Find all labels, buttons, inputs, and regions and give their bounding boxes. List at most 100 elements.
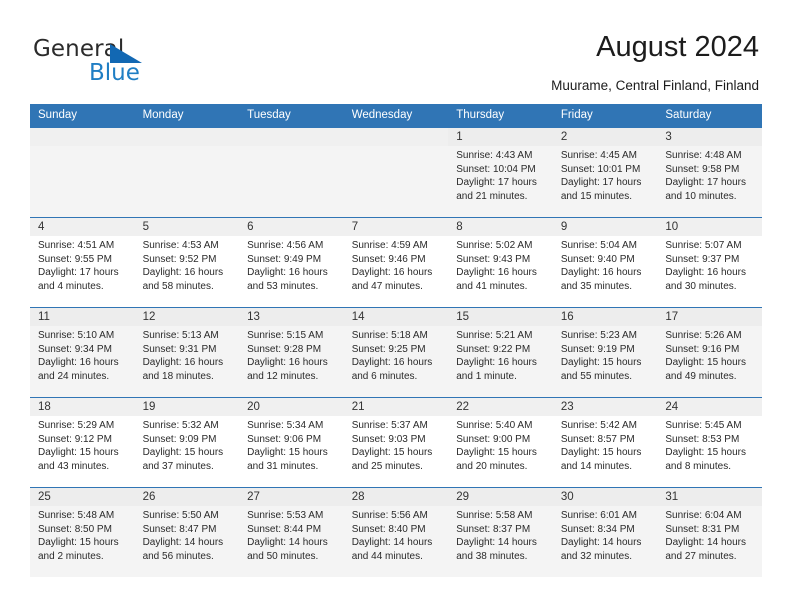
calendar-day-cell[interactable]: 3 Sunrise: 4:48 AM Sunset: 9:58 PM Daylight… [657,127,762,218]
day-details: Sunrise: 4:43 AM Sunset: 10:04 PM Daylight… [448,146,553,203]
daylight-text: Daylight: 15 hours and 49 minutes. [665,357,746,382]
sunset-text: Sunset: 10:01 PM [560,163,641,175]
sunset-text: Sunset: 9:52 PM [142,253,217,265]
day-details: Sunrise: 5:58 AM Sunset: 8:37 PM Daylight:… [448,506,553,563]
calendar-day-cell[interactable]: 1 Sunrise: 4:43 AM Sunset: 10:04 PM Dayligh… [448,127,553,218]
day-details: Sunrise: 4:53 AM Sunset: 9:52 PM Daylight:… [135,236,240,293]
calendar-day-cell[interactable]: 15 Sunrise: 5:21 AM Sunset: 9:22 PM Dayligh… [448,307,553,398]
weekday-header-row: Sunday Monday Tuesday Wednesday Thursday… [30,104,762,128]
calendar-day-cell[interactable]: 13 Sunrise: 5:15 AM Sunset: 9:28 PM Dayligh… [239,307,344,398]
daylight-text: Daylight: 15 hours and 37 minutes. [142,447,224,472]
calendar-grid: Sunday Monday Tuesday Wednesday Thursday… [30,104,762,577]
day-details: Sunrise: 5:15 AM Sunset: 9:28 PM Daylight:… [239,326,344,383]
daylight-text: Daylight: 16 hours and 47 minutes. [351,267,433,292]
day-number [134,128,240,146]
calendar-day-cell[interactable]: 23 Sunrise: 5:42 AM Sunset: 8:57 PM Dayligh… [552,397,658,488]
calendar-week-row: 25 Sunrise: 5:48 AM Sunset: 8:50 PM Dayligh… [30,487,762,577]
sunrise-text: Sunrise: 5:45 AM [665,420,742,431]
calendar-day-cell-empty [134,127,240,218]
calendar-day-cell[interactable]: 31 Sunrise: 6:04 AM Sunset: 8:31 PM Dayligh… [657,487,762,577]
sunrise-text: Sunrise: 5:50 AM [142,510,219,521]
logo-word-blue: Blue [89,60,140,86]
calendar-day-cell[interactable]: 5 Sunrise: 4:53 AM Sunset: 9:52 PM Daylight… [134,217,240,308]
sunrise-text: Sunrise: 4:53 AM [142,240,219,251]
calendar-day-cell[interactable]: 9 Sunrise: 5:04 AM Sunset: 9:40 PM Daylight… [552,217,658,308]
sunrise-text: Sunrise: 6:01 AM [560,510,637,521]
sunrise-text: Sunrise: 5:42 AM [560,420,637,431]
daylight-text: Daylight: 17 hours and 21 minutes. [456,177,537,202]
daylight-text: Daylight: 15 hours and 43 minutes. [38,447,119,472]
weekday-header-sunday: Sunday [30,104,135,128]
sunset-text: Sunset: 9:55 PM [38,253,112,265]
sunrise-text: Sunrise: 4:59 AM [351,240,428,251]
daylight-text: Daylight: 17 hours and 10 minutes. [665,177,746,202]
daylight-text: Daylight: 14 hours and 38 minutes. [456,537,537,562]
sunrise-text: Sunrise: 5:13 AM [142,330,219,341]
calendar-day-cell[interactable]: 21 Sunrise: 5:37 AM Sunset: 9:03 PM Dayligh… [343,397,449,488]
sunrise-text: Sunrise: 4:43 AM [456,150,533,161]
sunrise-text: Sunrise: 5:56 AM [351,510,428,521]
day-details: Sunrise: 4:59 AM Sunset: 9:46 PM Daylight:… [344,236,449,293]
calendar-day-cell[interactable]: 4 Sunrise: 4:51 AM Sunset: 9:55 PM Daylight… [30,217,135,308]
day-details: Sunrise: 5:26 AM Sunset: 9:16 PM Daylight:… [657,326,762,383]
day-number: 5 [134,218,240,236]
calendar-day-cell[interactable]: 12 Sunrise: 5:13 AM Sunset: 9:31 PM Dayligh… [134,307,240,398]
sunrise-text: Sunrise: 5:53 AM [247,510,324,521]
daylight-text: Daylight: 15 hours and 25 minutes. [351,447,433,472]
calendar-day-cell[interactable]: 22 Sunrise: 5:40 AM Sunset: 9:00 PM Dayligh… [448,397,553,488]
calendar-day-cell[interactable]: 30 Sunrise: 6:01 AM Sunset: 8:34 PM Dayligh… [552,487,658,577]
weekday-header-tuesday: Tuesday [239,104,344,128]
calendar-day-cell[interactable]: 6 Sunrise: 4:56 AM Sunset: 9:49 PM Daylight… [239,217,344,308]
calendar-day-cell[interactable]: 18 Sunrise: 5:29 AM Sunset: 9:12 PM Dayligh… [30,397,135,488]
calendar-day-cell[interactable]: 24 Sunrise: 5:45 AM Sunset: 8:53 PM Dayligh… [657,397,762,488]
sunset-text: Sunset: 9:16 PM [665,343,740,355]
day-details: Sunrise: 5:48 AM Sunset: 8:50 PM Daylight:… [30,506,135,563]
calendar-day-cell[interactable]: 11 Sunrise: 5:10 AM Sunset: 9:34 PM Dayligh… [30,307,135,398]
sunset-text: Sunset: 8:37 PM [456,523,531,535]
day-details: Sunrise: 5:29 AM Sunset: 9:12 PM Daylight:… [30,416,135,473]
sunset-text: Sunset: 8:44 PM [247,523,322,535]
calendar-day-cell[interactable]: 8 Sunrise: 5:02 AM Sunset: 9:43 PM Daylight… [448,217,553,308]
sunset-text: Sunset: 9:06 PM [247,433,322,445]
calendar-day-cell[interactable]: 26 Sunrise: 5:50 AM Sunset: 8:47 PM Dayligh… [134,487,240,577]
sunset-text: Sunset: 9:31 PM [142,343,217,355]
daylight-text: Daylight: 16 hours and 53 minutes. [247,267,328,292]
daylight-text: Daylight: 15 hours and 31 minutes. [247,447,328,472]
sunrise-text: Sunrise: 5:02 AM [456,240,533,251]
calendar-day-cell[interactable]: 20 Sunrise: 5:34 AM Sunset: 9:06 PM Dayligh… [239,397,344,488]
sunset-text: Sunset: 9:00 PM [456,433,531,445]
calendar-day-cell[interactable]: 17 Sunrise: 5:26 AM Sunset: 9:16 PM Dayligh… [657,307,762,398]
sunset-text: Sunset: 8:40 PM [351,523,426,535]
day-number: 25 [30,488,135,506]
sunrise-text: Sunrise: 4:45 AM [560,150,637,161]
sunset-text: Sunset: 10:04 PM [456,163,536,175]
calendar-day-cell[interactable]: 25 Sunrise: 5:48 AM Sunset: 8:50 PM Dayligh… [30,487,135,577]
sunrise-text: Sunrise: 4:51 AM [38,240,115,251]
sunset-text: Sunset: 9:37 PM [665,253,740,265]
day-number: 23 [552,398,658,416]
day-number: 22 [448,398,553,416]
calendar-day-cell[interactable]: 27 Sunrise: 5:53 AM Sunset: 8:44 PM Dayligh… [239,487,344,577]
weekday-header-monday: Monday [134,104,240,128]
calendar-day-cell[interactable]: 2 Sunrise: 4:45 AM Sunset: 10:01 PM Dayligh… [552,127,658,218]
day-details: Sunrise: 5:04 AM Sunset: 9:40 PM Daylight:… [553,236,658,293]
sunrise-text: Sunrise: 5:40 AM [456,420,533,431]
day-number: 2 [552,128,658,146]
day-number: 15 [448,308,553,326]
calendar-day-cell[interactable]: 7 Sunrise: 4:59 AM Sunset: 9:46 PM Daylight… [343,217,449,308]
sunrise-text: Sunrise: 5:07 AM [665,240,742,251]
daylight-text: Daylight: 16 hours and 18 minutes. [142,357,224,382]
day-details: Sunrise: 5:10 AM Sunset: 9:34 PM Daylight:… [30,326,135,383]
day-details: Sunrise: 4:48 AM Sunset: 9:58 PM Daylight:… [657,146,762,203]
day-details: Sunrise: 5:45 AM Sunset: 8:53 PM Daylight:… [657,416,762,473]
calendar-day-cell[interactable]: 28 Sunrise: 5:56 AM Sunset: 8:40 PM Dayligh… [343,487,449,577]
sunset-text: Sunset: 9:19 PM [560,343,635,355]
calendar-day-cell[interactable]: 14 Sunrise: 5:18 AM Sunset: 9:25 PM Dayligh… [343,307,449,398]
sunset-text: Sunset: 8:50 PM [38,523,112,535]
calendar-day-cell[interactable]: 19 Sunrise: 5:32 AM Sunset: 9:09 PM Dayligh… [134,397,240,488]
calendar-day-cell[interactable]: 10 Sunrise: 5:07 AM Sunset: 9:37 PM Dayligh… [657,217,762,308]
daylight-text: Daylight: 14 hours and 50 minutes. [247,537,328,562]
calendar-day-cell[interactable]: 29 Sunrise: 5:58 AM Sunset: 8:37 PM Dayligh… [448,487,553,577]
calendar-day-cell[interactable]: 16 Sunrise: 5:23 AM Sunset: 9:19 PM Dayligh… [552,307,658,398]
day-number [343,128,449,146]
